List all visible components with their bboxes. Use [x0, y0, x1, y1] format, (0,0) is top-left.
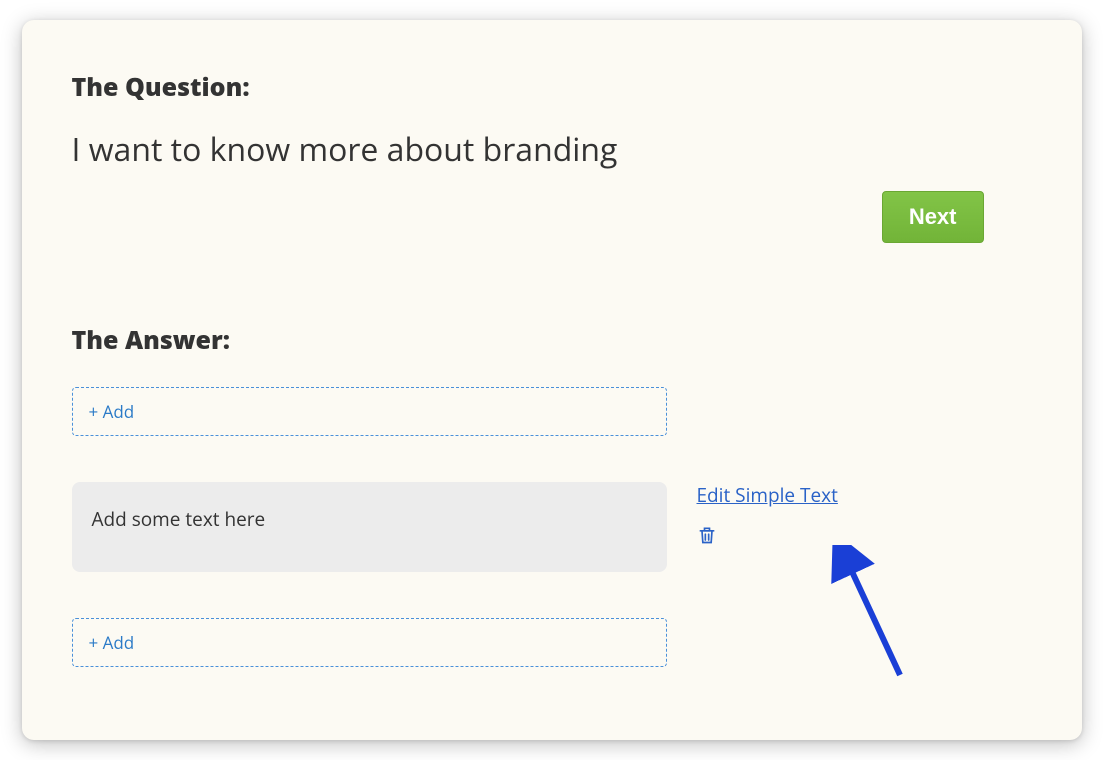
trash-icon[interactable] [697, 524, 838, 551]
add-content-top-label: + Add [89, 400, 135, 423]
question-label: The Question: [72, 70, 1032, 104]
answer-label: The Answer: [72, 323, 1032, 357]
next-button-row: Next [72, 191, 1032, 243]
add-content-bottom[interactable]: + Add [72, 618, 667, 667]
text-block-input[interactable]: Add some text here [72, 482, 667, 572]
text-block-actions: Edit Simple Text [697, 482, 838, 551]
add-content-top[interactable]: + Add [72, 387, 667, 436]
text-block-row: Add some text here Edit Simple Text [72, 482, 1032, 572]
add-content-bottom-label: + Add [89, 631, 135, 654]
next-button[interactable]: Next [882, 191, 984, 243]
edit-simple-text-link[interactable]: Edit Simple Text [697, 482, 838, 508]
question-text: I want to know more about branding [72, 128, 1032, 171]
form-card: The Question: I want to know more about … [22, 20, 1082, 740]
